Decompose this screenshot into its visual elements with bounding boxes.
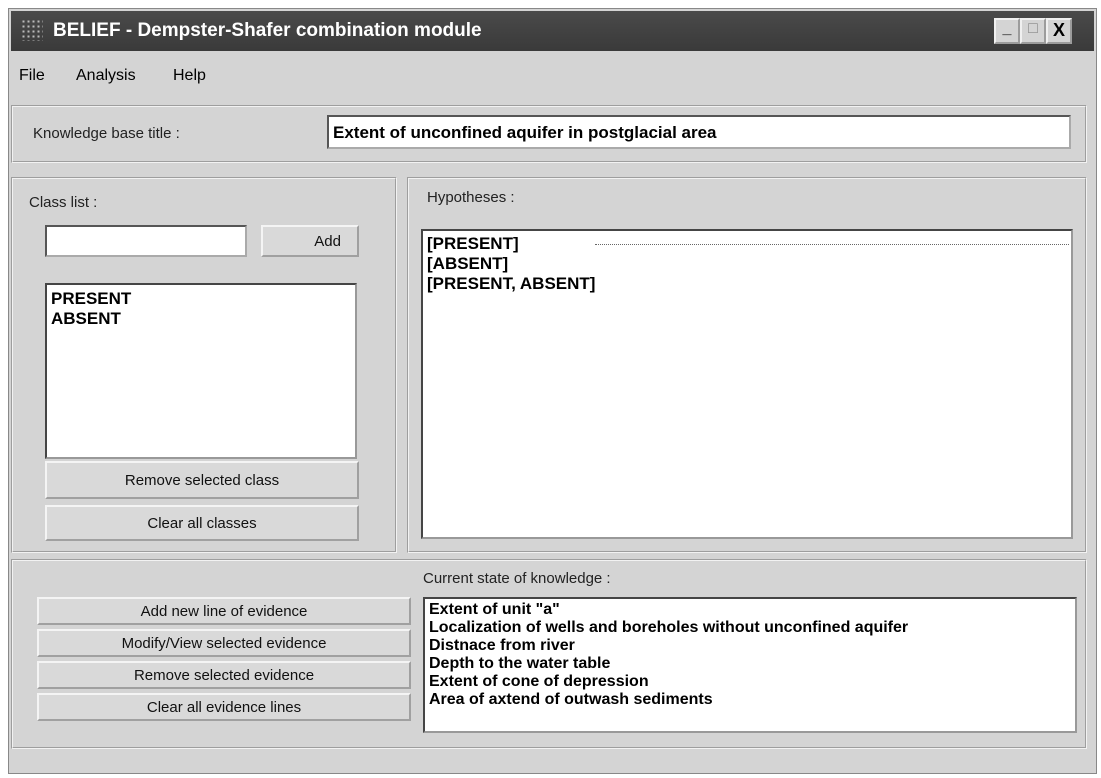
evidence-panel: Current state of knowledge : Add new lin… (11, 559, 1087, 749)
close-button[interactable]: X (1046, 18, 1072, 44)
hypotheses-panel: Hypotheses : [PRESENT] [ABSENT] [PRESENT… (407, 177, 1087, 553)
evidence-item[interactable]: Depth to the water table (425, 655, 1075, 673)
focus-indicator (595, 244, 1069, 245)
class-list-panel: Class list : Add PRESENT ABSENT Remove s… (11, 177, 397, 553)
class-item[interactable]: PRESENT (47, 289, 355, 309)
window-title: BELIEF - Dempster-Shafer combination mod… (53, 20, 482, 41)
modify-evidence-button[interactable]: Modify/View selected evidence (37, 629, 411, 657)
evidence-item[interactable]: Extent of cone of depression (425, 673, 1075, 691)
class-item[interactable]: ABSENT (47, 309, 355, 329)
kb-title-panel: Knowledge base title : Extent of unconfi… (11, 105, 1087, 163)
kb-title-input[interactable]: Extent of unconfined aquifer in postglac… (327, 115, 1071, 149)
close-icon: X (1052, 20, 1065, 40)
kb-title-value: Extent of unconfined aquifer in postglac… (333, 123, 717, 142)
remove-evidence-button[interactable]: Remove selected evidence (37, 661, 411, 689)
maximize-button[interactable]: □ (1020, 18, 1046, 44)
menu-analysis[interactable]: Analysis (76, 67, 136, 85)
menu-file[interactable]: File (19, 67, 45, 85)
add-evidence-label: Add new line of evidence (140, 602, 308, 620)
remove-selected-class-button[interactable]: Remove selected class (45, 461, 359, 499)
clear-evidence-label: Clear all evidence lines (146, 698, 302, 716)
class-list-label: Class list : (29, 194, 98, 211)
hypotheses-label: Hypotheses : (427, 189, 515, 206)
knowledge-label: Current state of knowledge : (423, 570, 611, 587)
menu-help[interactable]: Help (173, 67, 206, 85)
add-class-button[interactable]: Add (261, 225, 359, 257)
app-window: BELIEF - Dempster-Shafer combination mod… (8, 8, 1097, 774)
hypothesis-item[interactable]: [PRESENT, ABSENT] (423, 274, 1071, 294)
evidence-item[interactable]: Distnace from river (425, 637, 1075, 655)
clear-all-classes-button[interactable]: Clear all classes (45, 505, 359, 541)
remove-class-label: Remove selected class (124, 471, 280, 489)
kb-title-label: Knowledge base title : (33, 125, 180, 142)
menu-bar: File Analysis Help (11, 57, 1094, 93)
add-class-label: Add (314, 232, 341, 250)
evidence-item[interactable]: Extent of unit "a" (425, 601, 1075, 619)
hypothesis-item[interactable]: [PRESENT] (423, 234, 1071, 254)
app-icon (21, 19, 43, 41)
add-evidence-button[interactable]: Add new line of evidence (37, 597, 411, 625)
clear-evidence-button[interactable]: Clear all evidence lines (37, 693, 411, 721)
hypothesis-text: [PRESENT] (427, 234, 519, 253)
minimize-icon: _ (1002, 20, 1012, 37)
remove-evidence-label: Remove selected evidence (133, 666, 315, 684)
minimize-button[interactable]: _ (994, 18, 1020, 44)
hypotheses-listbox[interactable]: [PRESENT] [ABSENT] [PRESENT, ABSENT] (421, 229, 1073, 539)
class-listbox[interactable]: PRESENT ABSENT (45, 283, 357, 459)
title-bar[interactable]: BELIEF - Dempster-Shafer combination mod… (11, 11, 1094, 51)
class-name-input[interactable] (45, 225, 247, 257)
evidence-item[interactable]: Localization of wells and boreholes with… (425, 619, 1075, 637)
evidence-item[interactable]: Area of axtend of outwash sediments (425, 691, 1075, 709)
knowledge-listbox[interactable]: Extent of unit "a" Localization of wells… (423, 597, 1077, 733)
maximize-icon: □ (1028, 20, 1038, 37)
hypothesis-item[interactable]: [ABSENT] (423, 254, 1071, 274)
modify-evidence-label: Modify/View selected evidence (121, 634, 327, 652)
clear-classes-label: Clear all classes (147, 514, 257, 532)
